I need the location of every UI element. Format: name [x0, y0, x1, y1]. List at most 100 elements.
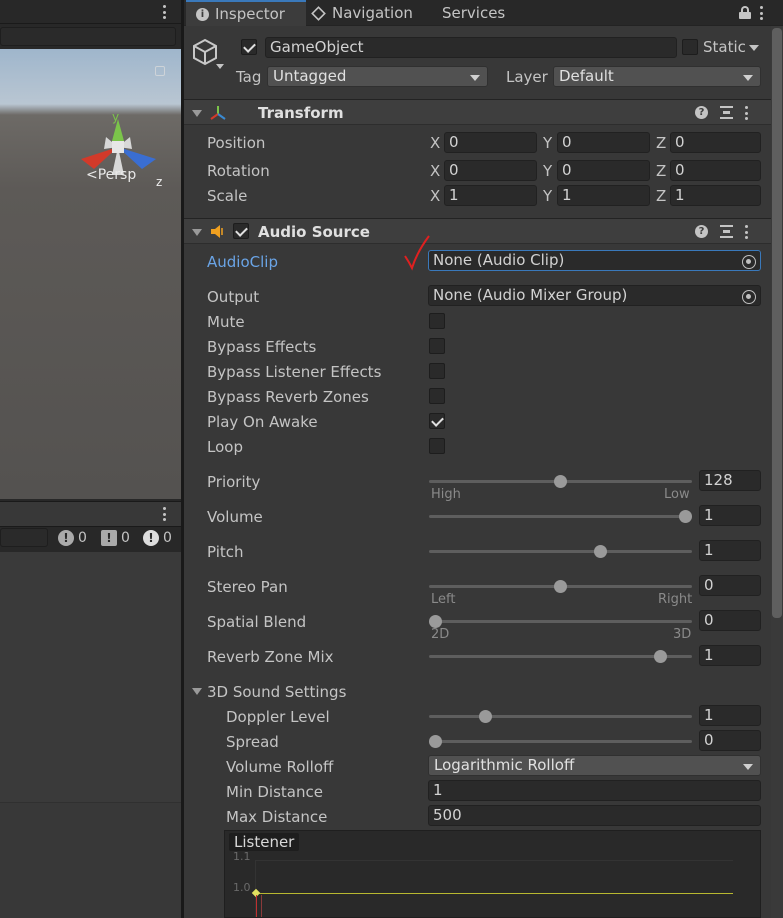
position-z-label[interactable]: Z: [656, 134, 666, 152]
rotation-y-label[interactable]: Y: [543, 162, 552, 180]
priority-field[interactable]: 128: [699, 470, 761, 491]
audioclip-field[interactable]: None (Audio Clip): [428, 250, 761, 271]
volume-slider-knob[interactable]: [679, 510, 692, 523]
console-menu-icon[interactable]: [162, 507, 166, 521]
preset-icon[interactable]: [720, 106, 733, 119]
foldout-arrow-icon[interactable]: [192, 110, 202, 117]
volume-field[interactable]: 1: [699, 505, 761, 526]
inspector-scrollbar-thumb[interactable]: [772, 28, 782, 618]
position-y-field[interactable]: 0: [557, 132, 650, 153]
min-distance-field[interactable]: 1: [428, 780, 761, 801]
console-detail-area[interactable]: [0, 802, 181, 918]
bypass-listener-effects-checkbox[interactable]: [429, 363, 445, 379]
reverb-zone-mix-slider-knob[interactable]: [654, 650, 667, 663]
spread-slider-track[interactable]: [429, 740, 692, 743]
console-error-count[interactable]: ! 0: [143, 528, 172, 548]
audio-source-title: Audio Source: [258, 223, 370, 241]
doppler-level-field[interactable]: 1: [699, 705, 761, 726]
scene-menu-icon[interactable]: [162, 5, 166, 19]
bypass-reverb-zones-checkbox[interactable]: [429, 388, 445, 404]
scene-search-input[interactable]: [0, 27, 176, 46]
transform-menu-icon[interactable]: [744, 106, 748, 120]
preset-icon[interactable]: [720, 225, 733, 238]
stereo-pan-slider-knob[interactable]: [554, 580, 567, 593]
bypass-listener-effects-label: Bypass Listener Effects: [207, 363, 382, 381]
scale-y-field[interactable]: 1: [557, 185, 650, 206]
rolloff-graph[interactable]: Listener 1.1 1.0: [224, 830, 761, 918]
gizmo-y-label: y: [112, 110, 119, 124]
audio-source-header[interactable]: Audio Source ?: [184, 218, 783, 244]
bypass-effects-checkbox[interactable]: [429, 338, 445, 354]
scene-lock-icon[interactable]: [155, 66, 165, 76]
transform-header[interactable]: Transform ?: [184, 99, 783, 125]
doppler-slider-knob[interactable]: [479, 710, 492, 723]
lock-icon[interactable]: [739, 6, 751, 19]
scale-label: Scale: [207, 187, 248, 205]
foldout-arrow-icon[interactable]: [192, 688, 202, 695]
tab-services[interactable]: Services: [442, 0, 532, 26]
min-distance-label: Min Distance: [226, 783, 323, 801]
max-distance-field[interactable]: 500: [428, 805, 761, 826]
loop-checkbox[interactable]: [429, 438, 445, 454]
persp-label[interactable]: <Persp: [86, 167, 136, 183]
reverb-zone-mix-field[interactable]: 1: [699, 645, 761, 666]
tag-dropdown[interactable]: Untagged: [267, 66, 488, 87]
doppler-slider-track[interactable]: [429, 715, 692, 718]
scale-z-label[interactable]: Z: [656, 187, 666, 205]
position-z-field[interactable]: 0: [670, 132, 761, 153]
orientation-gizmo-icon[interactable]: y x z: [76, 107, 166, 207]
console-log-area[interactable]: [0, 552, 181, 802]
rotation-z-field[interactable]: 0: [670, 160, 761, 181]
position-x-label[interactable]: X: [430, 134, 440, 152]
gameobject-name-field[interactable]: GameObject: [265, 37, 677, 58]
pitch-field[interactable]: 1: [699, 540, 761, 561]
spatial-blend-field[interactable]: 0: [699, 610, 761, 631]
scale-x-field[interactable]: 1: [444, 185, 537, 206]
object-picker-icon[interactable]: [742, 255, 756, 269]
console-info-count[interactable]: ! 0: [58, 528, 87, 548]
tab-navigation[interactable]: Navigation: [311, 0, 436, 26]
help-icon[interactable]: ?: [695, 106, 708, 119]
volume-slider-track[interactable]: [429, 515, 692, 518]
output-field[interactable]: None (Audio Mixer Group): [428, 285, 761, 306]
rotation-x-field[interactable]: 0: [444, 160, 537, 181]
rotation-x-label[interactable]: X: [430, 162, 440, 180]
static-dropdown-arrow-icon[interactable]: [749, 45, 759, 51]
scene-view[interactable]: y x z <Persp: [0, 49, 181, 499]
spread-slider-knob[interactable]: [429, 735, 442, 748]
console-warning-count[interactable]: ! 0: [101, 528, 130, 548]
console-search-input[interactable]: [0, 528, 48, 547]
pitch-slider-knob[interactable]: [594, 545, 607, 558]
audio-source-enabled-checkbox[interactable]: [233, 223, 249, 239]
scale-y-label[interactable]: Y: [543, 187, 552, 205]
position-y-label[interactable]: Y: [543, 134, 552, 152]
static-checkbox[interactable]: [682, 39, 698, 55]
priority-slider-knob[interactable]: [554, 475, 567, 488]
mute-checkbox[interactable]: [429, 313, 445, 329]
object-picker-icon[interactable]: [742, 290, 756, 304]
rotation-z-label[interactable]: Z: [656, 162, 666, 180]
audio-source-menu-icon[interactable]: [744, 225, 748, 239]
static-label[interactable]: Static: [703, 38, 746, 56]
scale-x-label[interactable]: X: [430, 187, 440, 205]
info-icon: !: [58, 530, 74, 546]
tab-inspector[interactable]: i Inspector: [186, 0, 306, 26]
icon-dropdown-arrow-icon[interactable]: [216, 64, 224, 69]
volume-rolloff-dropdown[interactable]: Logarithmic Rolloff: [428, 755, 761, 776]
position-x-field[interactable]: 0: [444, 132, 537, 153]
gameobject-active-checkbox[interactable]: [241, 39, 257, 55]
spread-field[interactable]: 0: [699, 730, 761, 751]
inspector-menu-icon[interactable]: [759, 6, 763, 20]
stereo-pan-field[interactable]: 0: [699, 575, 761, 596]
spatial-blend-slider-track[interactable]: [429, 620, 692, 623]
error-icon: !: [143, 530, 159, 546]
rotation-y-field[interactable]: 0: [557, 160, 650, 181]
reverb-zone-mix-slider-track[interactable]: [429, 655, 692, 658]
pitch-slider-track[interactable]: [429, 550, 692, 553]
foldout-arrow-icon[interactable]: [192, 229, 202, 236]
help-icon[interactable]: ?: [695, 225, 708, 238]
scale-z-field[interactable]: 1: [670, 185, 761, 206]
play-on-awake-checkbox[interactable]: [429, 413, 445, 429]
layer-dropdown[interactable]: Default: [553, 66, 761, 87]
3d-sound-settings-title[interactable]: 3D Sound Settings: [207, 683, 346, 701]
